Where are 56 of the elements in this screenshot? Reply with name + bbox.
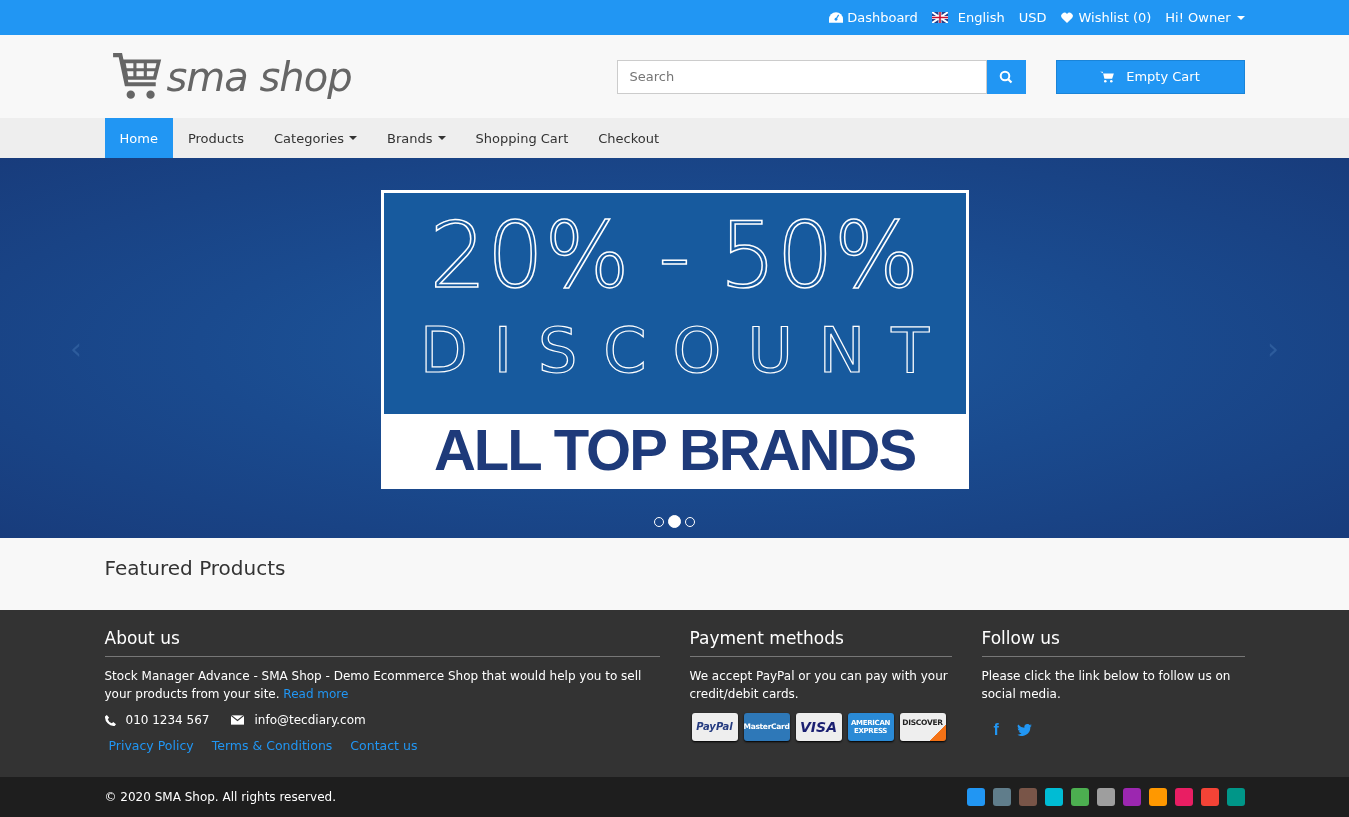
theme-color-swatch[interactable]: [966, 788, 985, 806]
theme-color-swatch[interactable]: [1044, 788, 1063, 806]
footer-link[interactable]: Privacy Policy: [108, 738, 194, 753]
theme-color-swatch[interactable]: [1070, 788, 1089, 806]
nav-tab[interactable]: Shopping Cart: [460, 118, 584, 158]
nav-tab[interactable]: Brands: [372, 118, 461, 158]
top-bar-link[interactable]: English: [931, 10, 1005, 25]
footer-heading: About us: [104, 628, 660, 657]
theme-color-swatch[interactable]: [1226, 788, 1245, 806]
discount-text: DISCOUNT: [419, 312, 956, 389]
footer-link[interactable]: Terms & Conditions: [211, 738, 333, 753]
follow-text: Please click the link below to follow us on social media.: [981, 668, 1232, 703]
top-bar-link[interactable]: USD: [1018, 10, 1047, 25]
search-icon: [999, 69, 1013, 84]
brands-text: ALL TOP BRANDS: [383, 413, 966, 486]
phone-icon: [104, 714, 116, 726]
facebook-link[interactable]: f: [993, 721, 999, 739]
nav-tab[interactable]: Products: [172, 118, 260, 158]
cart-button[interactable]: Empty Cart: [1055, 59, 1245, 94]
bird-icon[interactable]: [1016, 724, 1032, 736]
phone-number: 010 1234 567: [125, 713, 210, 727]
email-address: info@tecdiary.com: [254, 713, 366, 727]
top-bar-link[interactable]: Dashboard: [829, 10, 918, 25]
gauge-icon: [829, 12, 844, 23]
theme-color-swatch[interactable]: [1096, 788, 1115, 806]
theme-color-swatch[interactable]: [1200, 788, 1219, 806]
footer-heading: Follow us: [981, 628, 1245, 657]
cart-icon: [1100, 70, 1115, 83]
read-more-link[interactable]: Read more: [283, 687, 349, 701]
caret-icon: [1236, 15, 1245, 20]
search-field[interactable]: Search: [616, 59, 987, 94]
about-text: Stock Manager Advance - SMA Shop - Demo Ecommerce Shop that would help you to sell your products from your site. Read more: [104, 668, 643, 703]
payment-card-logo: VISA: [795, 713, 842, 741]
nav-tab[interactable]: Categories: [259, 118, 373, 158]
envelope-icon: [231, 715, 245, 725]
section-title: Featured Products: [104, 555, 287, 580]
theme-color-swatch[interactable]: [1018, 788, 1037, 806]
discount-range-text: 20% - 50%: [429, 201, 920, 310]
theme-color-swatch[interactable]: [1148, 788, 1167, 806]
payment-text: We accept PayPal or you can pay with your credit/debit cards.: [689, 668, 949, 703]
theme-color-swatch[interactable]: [992, 788, 1011, 806]
nav-tab[interactable]: Home: [104, 118, 173, 158]
payment-card-logo: PayPal: [691, 713, 738, 741]
heart-icon: [1060, 12, 1075, 23]
top-bar-link[interactable]: Wishlist (0): [1060, 10, 1152, 25]
flag-icon: [931, 12, 948, 23]
footer-link[interactable]: Contact us: [350, 738, 418, 753]
nav-tab[interactable]: Checkout: [583, 118, 675, 158]
theme-color-swatch[interactable]: [1122, 788, 1141, 806]
theme-color-swatch[interactable]: [1174, 788, 1193, 806]
copyright-text: © 2020 SMA Shop. All rights reserved.: [104, 790, 336, 804]
logo-text: sma shop: [166, 53, 352, 100]
slide-dot[interactable]: [668, 515, 681, 528]
search-button[interactable]: [986, 59, 1026, 94]
top-bar-link[interactable]: Hi! Owner: [1165, 10, 1245, 25]
footer-heading: Payment methods: [689, 628, 952, 657]
